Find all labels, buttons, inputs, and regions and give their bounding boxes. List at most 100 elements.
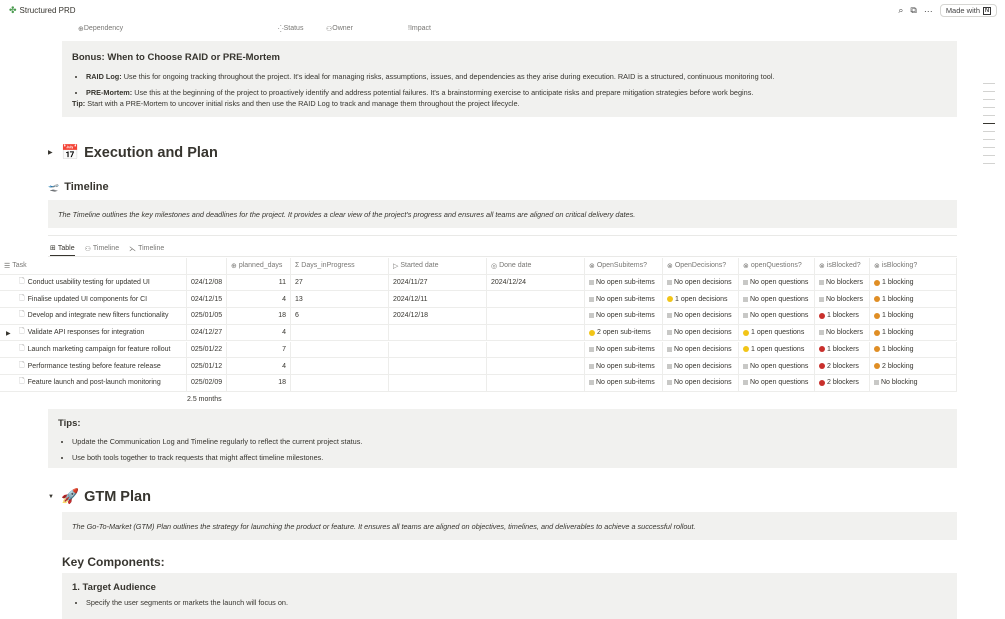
duplicate-icon[interactable]: ⧉ bbox=[910, 5, 916, 16]
cell-q[interactable]: No open questions bbox=[739, 358, 815, 374]
col-date[interactable] bbox=[187, 258, 227, 274]
cell-planned[interactable]: 11 bbox=[227, 274, 291, 291]
cell-inprog[interactable]: 27 bbox=[291, 274, 389, 291]
cell-blocked[interactable]: 2 blockers bbox=[815, 358, 870, 374]
cell-blocking[interactable]: 1 blocking bbox=[870, 324, 957, 341]
cell-date[interactable]: 024/12/27 bbox=[187, 324, 227, 341]
cell-inprog[interactable]: 13 bbox=[291, 291, 389, 308]
cell-sub[interactable]: 2 open sub-items bbox=[585, 324, 663, 341]
tab-timeline-2[interactable]: ⋋ Timeline bbox=[129, 244, 164, 256]
cell-date[interactable]: 025/02/09 bbox=[187, 374, 227, 391]
table-row[interactable]: ▶ 🗋 Validate API responses for integration… bbox=[0, 324, 957, 342]
cell-done[interactable] bbox=[487, 308, 585, 324]
cell-inprog[interactable] bbox=[291, 358, 389, 374]
cell-blocking[interactable]: 1 blocking bbox=[870, 308, 957, 324]
cell-started[interactable] bbox=[389, 341, 487, 358]
cell-started[interactable]: 2024/12/11 bbox=[389, 291, 487, 308]
cell-sub[interactable]: No open sub-items bbox=[585, 341, 663, 358]
cell-blocking[interactable]: 1 blocking bbox=[870, 291, 957, 308]
cell-done[interactable] bbox=[487, 341, 585, 358]
task-cell[interactable]: 🗋 Feature launch and post-launch monitori… bbox=[0, 374, 187, 391]
page-outline-minimap[interactable] bbox=[983, 83, 995, 171]
cell-done[interactable] bbox=[487, 358, 585, 374]
execution-toggle-heading[interactable]: ▶ 📅 Execution and Plan bbox=[48, 144, 218, 162]
cell-dec[interactable]: No open decisions bbox=[663, 308, 739, 324]
cell-blocked[interactable]: 1 blockers bbox=[815, 308, 870, 324]
cell-done[interactable] bbox=[487, 324, 585, 341]
cell-done[interactable]: 2024/12/24 bbox=[487, 274, 585, 291]
col-open-questions[interactable]: ⊗ openQuestions? bbox=[739, 258, 815, 274]
col-dependency[interactable]: ⊕ Dependency bbox=[78, 25, 123, 33]
cell-started[interactable]: 2024/12/18 bbox=[389, 308, 487, 324]
cell-sub[interactable]: No open sub-items bbox=[585, 374, 663, 391]
cell-date[interactable]: 024/12/08 bbox=[187, 274, 227, 291]
cell-planned[interactable]: 7 bbox=[227, 341, 291, 358]
col-task[interactable]: ☰ Task bbox=[0, 258, 187, 274]
cell-started[interactable] bbox=[389, 324, 487, 341]
col-open-decisions[interactable]: ⊗ OpenDecisions? bbox=[663, 258, 739, 274]
col-status[interactable]: ⁛ Status bbox=[278, 25, 303, 33]
cell-blocked[interactable]: 2 blockers bbox=[815, 374, 870, 391]
cell-blocking[interactable]: 1 blocking bbox=[870, 341, 957, 358]
cell-done[interactable] bbox=[487, 291, 585, 308]
cell-q[interactable]: No open questions bbox=[739, 274, 815, 291]
cell-planned[interactable]: 18 bbox=[227, 308, 291, 324]
toggle-expanded-icon[interactable]: ▼ bbox=[48, 494, 56, 500]
made-with-button[interactable]: Made with N bbox=[939, 4, 997, 17]
task-cell[interactable]: 🗋 Develop and integrate new filters funct… bbox=[0, 308, 187, 324]
table-row[interactable]: 🗋 Develop and integrate new filters funct… bbox=[0, 308, 957, 325]
cell-started[interactable] bbox=[389, 358, 487, 374]
col-impact[interactable]: ! Impact bbox=[408, 25, 431, 32]
cell-q[interactable]: No open questions bbox=[739, 291, 815, 308]
cell-date[interactable]: 025/01/22 bbox=[187, 341, 227, 358]
table-row[interactable]: 🗋 Feature launch and post-launch monitori… bbox=[0, 374, 957, 392]
col-owner[interactable]: ⚇ Owner bbox=[326, 25, 353, 33]
cell-date[interactable]: 025/01/05 bbox=[187, 308, 227, 324]
cell-inprog[interactable] bbox=[291, 374, 389, 391]
table-row[interactable]: 🗋 Finalise updated UI components for CI 02… bbox=[0, 291, 957, 309]
cell-dec[interactable]: No open decisions bbox=[663, 358, 739, 374]
search-icon[interactable]: ⌕ bbox=[898, 5, 903, 16]
cell-q[interactable]: No open questions bbox=[739, 308, 815, 324]
cell-inprog[interactable] bbox=[291, 341, 389, 358]
col-open-subitems[interactable]: ⊗ OpenSubitems? bbox=[585, 258, 663, 274]
task-cell[interactable]: 🗋 Validate API responses for integration bbox=[0, 324, 187, 341]
cell-sub[interactable]: No open sub-items bbox=[585, 358, 663, 374]
cell-blocking[interactable]: 1 blocking bbox=[870, 274, 957, 291]
col-done-date[interactable]: ◎ Done date bbox=[487, 258, 585, 274]
table-row[interactable]: 🗋 Conduct usability testing for updated U… bbox=[0, 274, 957, 292]
cell-planned[interactable]: 18 bbox=[227, 374, 291, 391]
cell-q[interactable]: No open questions bbox=[739, 374, 815, 391]
tab-table[interactable]: ⊞ Table bbox=[50, 244, 75, 256]
page-title[interactable]: Structured PRD bbox=[20, 6, 76, 15]
cell-date[interactable]: 024/12/15 bbox=[187, 291, 227, 308]
cell-inprog[interactable] bbox=[291, 324, 389, 341]
more-icon[interactable]: ··· bbox=[924, 6, 933, 16]
task-cell[interactable]: 🗋 Launch marketing campaign for feature r… bbox=[0, 341, 187, 358]
cell-planned[interactable]: 4 bbox=[227, 291, 291, 308]
tab-timeline-1[interactable]: ⚇ Timeline bbox=[85, 244, 119, 256]
cell-started[interactable] bbox=[389, 374, 487, 391]
cell-blocked[interactable]: No blockers bbox=[815, 274, 870, 291]
cell-sub[interactable]: No open sub-items bbox=[585, 274, 663, 291]
col-is-blocking[interactable]: ⊗ isBlocking? bbox=[870, 258, 957, 274]
col-planned-days[interactable]: ⊕ planned_days bbox=[227, 258, 291, 274]
task-cell[interactable]: 🗋 Conduct usability testing for updated U… bbox=[0, 274, 187, 291]
task-cell[interactable]: 🗋 Performance testing before feature rele… bbox=[0, 358, 187, 374]
cell-dec[interactable]: No open decisions bbox=[663, 274, 739, 291]
cell-q[interactable]: 1 open questions bbox=[739, 341, 815, 358]
cell-started[interactable]: 2024/11/27 bbox=[389, 274, 487, 291]
cell-inprog[interactable]: 6 bbox=[291, 308, 389, 324]
breadcrumb[interactable]: ✤ Structured PRD bbox=[9, 5, 76, 16]
cell-dec[interactable]: No open decisions bbox=[663, 374, 739, 391]
cell-sub[interactable]: No open sub-items bbox=[585, 291, 663, 308]
cell-sub[interactable]: No open sub-items bbox=[585, 308, 663, 324]
col-started-date[interactable]: ▷ Started date bbox=[389, 258, 487, 274]
cell-dec[interactable]: 1 open decisions bbox=[663, 291, 739, 308]
cell-date[interactable]: 025/01/12 bbox=[187, 358, 227, 374]
cell-blocked[interactable]: No blockers bbox=[815, 324, 870, 341]
table-row[interactable]: 🗋 Launch marketing campaign for feature r… bbox=[0, 341, 957, 359]
cell-dec[interactable]: No open decisions bbox=[663, 341, 739, 358]
task-cell[interactable]: 🗋 Finalise updated UI components for CI bbox=[0, 291, 187, 308]
cell-planned[interactable]: 4 bbox=[227, 324, 291, 341]
